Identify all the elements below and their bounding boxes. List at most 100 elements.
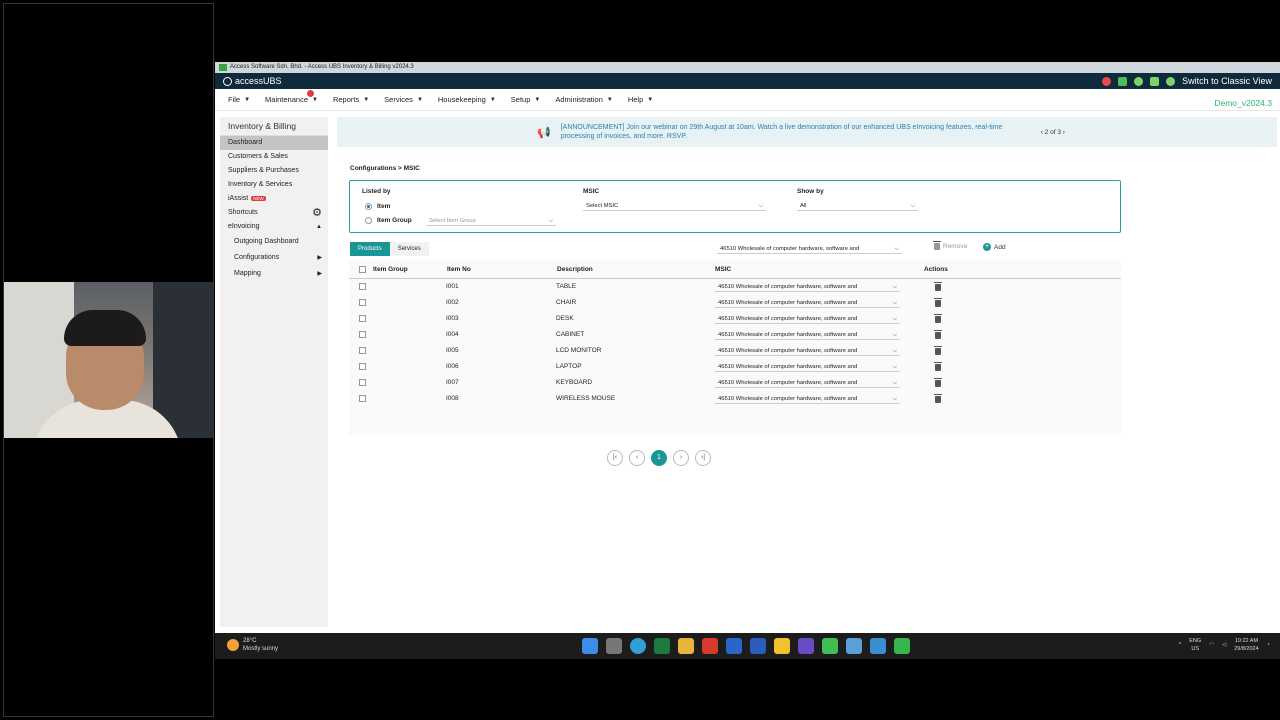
announcement-text[interactable]: [ANNOUNCEMENT] Join our webinar on 29th …	[561, 123, 1031, 141]
sidebar-item-mapping[interactable]: Mapping ▶	[220, 266, 328, 282]
row-msic-select[interactable]: 46510 Wholesale of computer hardware, so…	[715, 298, 900, 308]
menu-setup[interactable]: Setup ▼	[511, 95, 541, 104]
item-group-select[interactable]: Select Item Group ⌵	[426, 216, 556, 226]
page-button-current[interactable]: 1	[651, 450, 667, 466]
tab-products[interactable]: Products	[350, 242, 390, 256]
volume-icon[interactable]: ◁	[1222, 642, 1226, 648]
menu-administration[interactable]: Administration ▼	[555, 95, 612, 104]
header-msic[interactable]: MSIC	[715, 266, 731, 273]
sidebar-item-suppliers-purchases[interactable]: Suppliers & Purchases	[220, 164, 328, 178]
language-indicator[interactable]: ENG US	[1189, 637, 1201, 653]
row-checkbox[interactable]	[359, 379, 366, 386]
settings-icon[interactable]	[846, 638, 862, 654]
sidebar-item-einvoicing[interactable]: eInvoicing ▲	[220, 220, 328, 234]
row-msic-select[interactable]: 46510 Wholesale of computer hardware, so…	[715, 362, 900, 372]
delete-row-icon[interactable]	[934, 346, 942, 355]
delete-row-icon[interactable]	[934, 378, 942, 387]
add-button[interactable]: + Add	[983, 243, 1006, 251]
header-description[interactable]: Description	[557, 266, 593, 273]
word-icon[interactable]	[750, 638, 766, 654]
calculator-icon[interactable]	[870, 638, 886, 654]
row-checkbox[interactable]	[359, 299, 366, 306]
save-icon[interactable]	[1118, 76, 1128, 86]
home-icon[interactable]	[1150, 76, 1160, 86]
sticky-notes-icon[interactable]	[774, 638, 790, 654]
sidebar-item-outgoing-dashboard[interactable]: Outgoing Dashboard	[220, 234, 328, 250]
delete-row-icon[interactable]	[934, 394, 942, 403]
menu-help[interactable]: Help ▼	[628, 95, 653, 104]
start-icon[interactable]	[582, 638, 598, 654]
menu-reports[interactable]: Reports ▼	[333, 95, 369, 104]
gear-icon[interactable]	[1166, 76, 1176, 86]
switch-classic-view-button[interactable]: Switch to Classic View	[1182, 76, 1272, 86]
row-checkbox[interactable]	[359, 395, 366, 402]
sidebar-item-dashboard[interactable]: Dashboard	[220, 136, 328, 150]
row-checkbox[interactable]	[359, 347, 366, 354]
outlook-icon[interactable]	[726, 638, 742, 654]
row-msic-select[interactable]: 46510 Wholesale of computer hardware, so…	[715, 378, 900, 388]
record-icon[interactable]	[1102, 76, 1112, 86]
chevron-down-icon: ▼	[489, 96, 496, 103]
delete-row-icon[interactable]	[934, 282, 942, 291]
header-item-no[interactable]: Item No	[447, 266, 471, 273]
menu-file[interactable]: File ▼	[228, 95, 250, 104]
refresh-icon[interactable]	[1134, 76, 1144, 86]
header-item-group[interactable]: Item Group	[373, 266, 408, 273]
menu-services[interactable]: Services ▼	[384, 95, 423, 104]
notification-bell-icon[interactable]: ◔	[1267, 642, 1270, 648]
prev-page-button[interactable]: ‹	[629, 450, 645, 466]
row-checkbox[interactable]	[359, 331, 366, 338]
chevron-right-icon[interactable]: ›	[1063, 129, 1065, 136]
chevron-left-icon[interactable]: ‹	[1041, 129, 1043, 136]
office-icon[interactable]	[702, 638, 718, 654]
bulk-msic-select[interactable]: 46510 Wholesale of computer hardware, so…	[717, 244, 902, 254]
edge-icon[interactable]	[630, 638, 646, 654]
row-checkbox[interactable]	[359, 315, 366, 322]
chevron-up-icon[interactable]: ^	[1179, 642, 1182, 648]
teams-icon[interactable]	[798, 638, 814, 654]
menu-maintenance[interactable]: Maintenance ▼	[265, 90, 318, 104]
excel-icon[interactable]	[654, 638, 670, 654]
radio-item-group[interactable]	[365, 217, 372, 224]
row-msic-select[interactable]: 46510 Wholesale of computer hardware, so…	[715, 314, 900, 324]
chevron-down-icon: ⌵	[892, 396, 897, 402]
delete-row-icon[interactable]	[934, 314, 942, 323]
folder-icon[interactable]	[678, 638, 694, 654]
next-page-button[interactable]: ›	[673, 450, 689, 466]
msic-select[interactable]: Select MSIC ⌵	[583, 201, 766, 211]
menu-housekeeping[interactable]: Housekeeping ▼	[438, 95, 496, 104]
weather-widget[interactable]: 28°C Mostly sunny	[227, 637, 278, 653]
spreadsheet-icon[interactable]	[822, 638, 838, 654]
delete-row-icon[interactable]	[934, 362, 942, 371]
tab-services[interactable]: Services	[389, 242, 429, 256]
row-msic-select[interactable]: 46510 Wholesale of computer hardware, so…	[715, 282, 900, 292]
show-by-select[interactable]: All ⌵	[797, 201, 918, 211]
delete-row-icon[interactable]	[934, 298, 942, 307]
gear-icon[interactable]: ⚙	[312, 206, 322, 220]
sidebar-item-configurations[interactable]: Configurations ▶	[220, 250, 328, 266]
chevron-down-icon: ▼	[363, 96, 370, 103]
remove-button[interactable]: Remove	[933, 241, 967, 250]
sidebar-item-shortcuts[interactable]: Shortcuts ⚙	[220, 206, 328, 220]
cell-item-no: I003	[446, 315, 459, 322]
select-all-checkbox[interactable]	[359, 266, 366, 273]
brand-name: accessUBS	[235, 76, 282, 86]
wifi-icon[interactable]: ◠	[1209, 642, 1214, 648]
sidebar-item-iassist[interactable]: iAssist NEW	[220, 192, 328, 206]
row-msic-select[interactable]: 46510 Wholesale of computer hardware, so…	[715, 330, 900, 340]
last-page-button[interactable]: ›|	[695, 450, 711, 466]
chevron-down-icon: ▼	[416, 96, 423, 103]
row-msic-select[interactable]: 46510 Wholesale of computer hardware, so…	[715, 394, 900, 404]
first-page-button[interactable]: |‹	[607, 450, 623, 466]
delete-row-icon[interactable]	[934, 330, 942, 339]
clock[interactable]: 10:22 AM 29/8/2024	[1234, 637, 1258, 653]
sidebar-item-customers-sales[interactable]: Customers & Sales	[220, 150, 328, 164]
row-checkbox[interactable]	[359, 283, 366, 290]
sidebar-item-inventory-services[interactable]: Inventory & Services	[220, 178, 328, 192]
cell-description: WIRELESS MOUSE	[556, 395, 616, 402]
ubs-app-icon[interactable]	[894, 638, 910, 654]
row-msic-select[interactable]: 46510 Wholesale of computer hardware, so…	[715, 346, 900, 356]
file-explorer-icon[interactable]	[606, 638, 622, 654]
row-checkbox[interactable]	[359, 363, 366, 370]
radio-item[interactable]	[365, 203, 372, 210]
